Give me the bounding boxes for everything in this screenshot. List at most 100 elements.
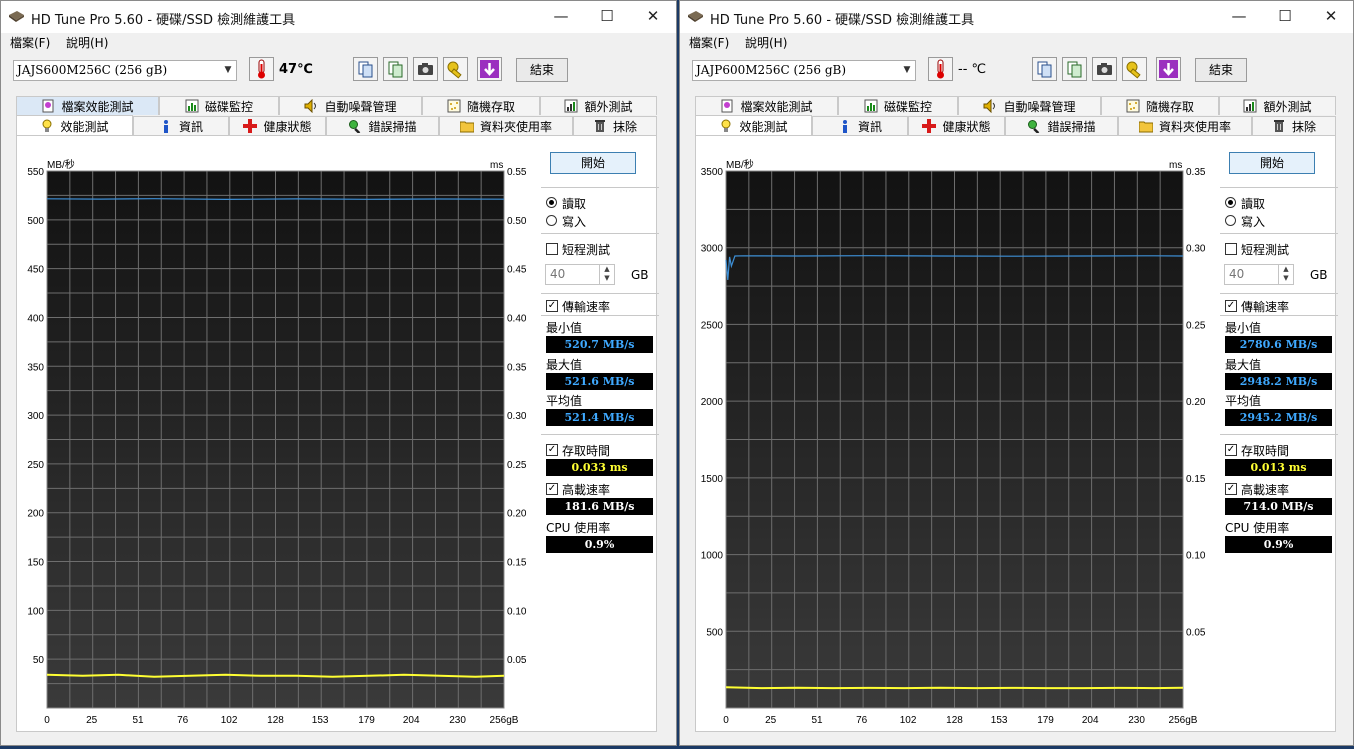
minimize-button[interactable]: — [1216,1,1262,33]
divider [1220,434,1338,435]
disk-monitor-icon [185,99,199,113]
tab-label: 自動噪聲管理 [324,99,397,114]
exit-button[interactable]: 結束 [1195,58,1247,82]
chart-y-right-tick-label: 0.10 [507,606,527,617]
chart-y-right-tick-label: 0.55 [507,167,527,178]
tab-aam[interactable]: 自動噪聲管理 [279,96,422,115]
tab-erase[interactable]: 抹除 [1252,116,1336,135]
transfer-rate-checkbox[interactable]: ✓ [1225,300,1237,312]
chart-y-tick-label: 500 [27,216,44,227]
copy-graph-button[interactable] [1062,57,1087,81]
start-button[interactable]: 開始 [1229,152,1315,174]
copy-text-button[interactable] [1032,57,1057,81]
tab-random-access[interactable]: 隨機存取 [422,96,540,115]
start-button[interactable]: 開始 [550,152,636,174]
tab-label: 抹除 [612,119,637,134]
drive-select[interactable]: JAJS600M256C (256 gB) ▼ [13,60,237,81]
chart-y-tick-label: 500 [706,627,723,638]
short-test-checkbox[interactable] [546,243,558,255]
chart-y-tick-label: 1500 [701,474,724,485]
tab-extra-tests[interactable]: 額外測試 [540,96,657,115]
exit-button[interactable]: 結束 [516,58,568,82]
tab-label: 自動噪聲管理 [1003,99,1076,114]
write-radio[interactable] [546,215,557,226]
burst-rate-checkbox[interactable]: ✓ [1225,483,1237,495]
copy-graph-button[interactable] [383,57,408,81]
tab-info[interactable]: 資訊 [133,116,229,135]
spinner-arrows-icon[interactable]: ▲ ▼ [1278,265,1293,284]
temperature-button[interactable] [928,57,953,81]
save-button[interactable] [1156,57,1181,81]
gb-unit-label: GB [1310,268,1328,282]
chart-x-tick-label: 25 [765,715,777,726]
window-title: HD Tune Pro 5.60 - 硬碟/SSD 檢測維護工具 [31,13,296,28]
screenshot-button[interactable] [1092,57,1117,81]
avg-label: 平均值 [1225,394,1262,408]
tab-disk-monitor[interactable]: 磁碟監控 [159,96,279,115]
chevron-down-icon: ▼ [903,65,911,75]
menu-file[interactable]: 檔案(F) [689,34,729,51]
speaker-icon [304,98,318,114]
tab-info[interactable]: 資訊 [812,116,908,135]
chart-left-axis-label: MB/秒 [726,158,754,171]
tab-erase[interactable]: 抹除 [573,116,657,135]
chart-y-tick-label: 3500 [701,167,724,178]
tab-health[interactable]: 健康狀態 [229,116,326,135]
menu-file[interactable]: 檔案(F) [10,34,50,51]
burst-rate-checkbox[interactable]: ✓ [546,483,558,495]
read-radio[interactable] [1225,197,1236,208]
tab-error-scan[interactable]: 錯誤掃描 [1005,116,1118,135]
tab-label: 檔案效能測試 [740,99,813,114]
tab-health[interactable]: 健康狀態 [908,116,1005,135]
chart-y-tick-label: 150 [27,558,44,569]
temperature-button[interactable] [249,57,274,81]
chart-x-tick-label: 179 [1037,715,1054,726]
tab-benchmark[interactable]: 效能測試 [695,115,812,136]
read-radio[interactable] [546,197,557,208]
burst-rate-value: 181.6 MB/s [546,498,653,515]
menu-bar: 檔案(F) 說明(H) [1,33,676,51]
write-radio[interactable] [1225,215,1236,226]
access-time-checkbox[interactable]: ✓ [1225,444,1237,456]
copy-icon [1037,61,1052,78]
transfer-rate-checkbox[interactable]: ✓ [546,300,558,312]
chart-x-tick-label: 179 [358,715,375,726]
close-button[interactable]: ✕ [1308,1,1354,33]
close-button[interactable]: ✕ [630,1,676,33]
short-test-size-input[interactable]: 40 ▲ ▼ [545,264,615,285]
info-icon [159,119,173,133]
tab-disk-monitor[interactable]: 磁碟監控 [838,96,958,115]
tab-file-benchmark[interactable]: 檔案效能測試 [16,96,159,115]
short-test-checkbox[interactable] [1225,243,1237,255]
tab-aam[interactable]: 自動噪聲管理 [958,96,1101,115]
tab-file-benchmark[interactable]: 檔案效能測試 [695,96,838,115]
spinner-arrows-icon[interactable]: ▲ ▼ [599,265,614,284]
tab-random-access[interactable]: 隨機存取 [1101,96,1219,115]
minimize-button[interactable]: — [538,1,584,33]
maximize-button[interactable]: ☐ [1262,1,1308,33]
screenshot-button[interactable] [413,57,438,81]
gb-unit-label: GB [631,268,649,282]
tab-error-scan[interactable]: 錯誤掃描 [326,116,439,135]
tab-folder-usage[interactable]: 資料夾使用率 [439,116,573,135]
tab-label: 額外測試 [584,99,633,114]
tab-label: 資訊 [857,119,882,134]
menu-help[interactable]: 說明(H) [66,34,108,51]
options-button[interactable] [1122,57,1147,81]
tab-folder-usage[interactable]: 資料夾使用率 [1118,116,1252,135]
menu-help[interactable]: 說明(H) [745,34,787,51]
copy-text-button[interactable] [353,57,378,81]
random-access-icon [1126,99,1140,113]
chart-y-right-tick-label: 0.20 [1186,397,1206,408]
tab-extra-tests[interactable]: 額外測試 [1219,96,1336,115]
short-test-size-input[interactable]: 40 ▲ ▼ [1224,264,1294,285]
drive-select[interactable]: JAJP600M256C (256 gB) ▼ [692,60,916,81]
wrench-icon [447,61,462,79]
access-time-checkbox[interactable]: ✓ [546,444,558,456]
avg-value: 2945.2 MB/s [1225,409,1332,426]
options-button[interactable] [443,57,468,81]
tab-row-1: 檔案效能測試 磁碟監控 自動噪聲管理 隨機存取 額外測試 [695,96,1336,116]
tab-benchmark[interactable]: 效能測試 [16,115,133,136]
maximize-button[interactable]: ☐ [584,1,630,33]
save-button[interactable] [477,57,502,81]
